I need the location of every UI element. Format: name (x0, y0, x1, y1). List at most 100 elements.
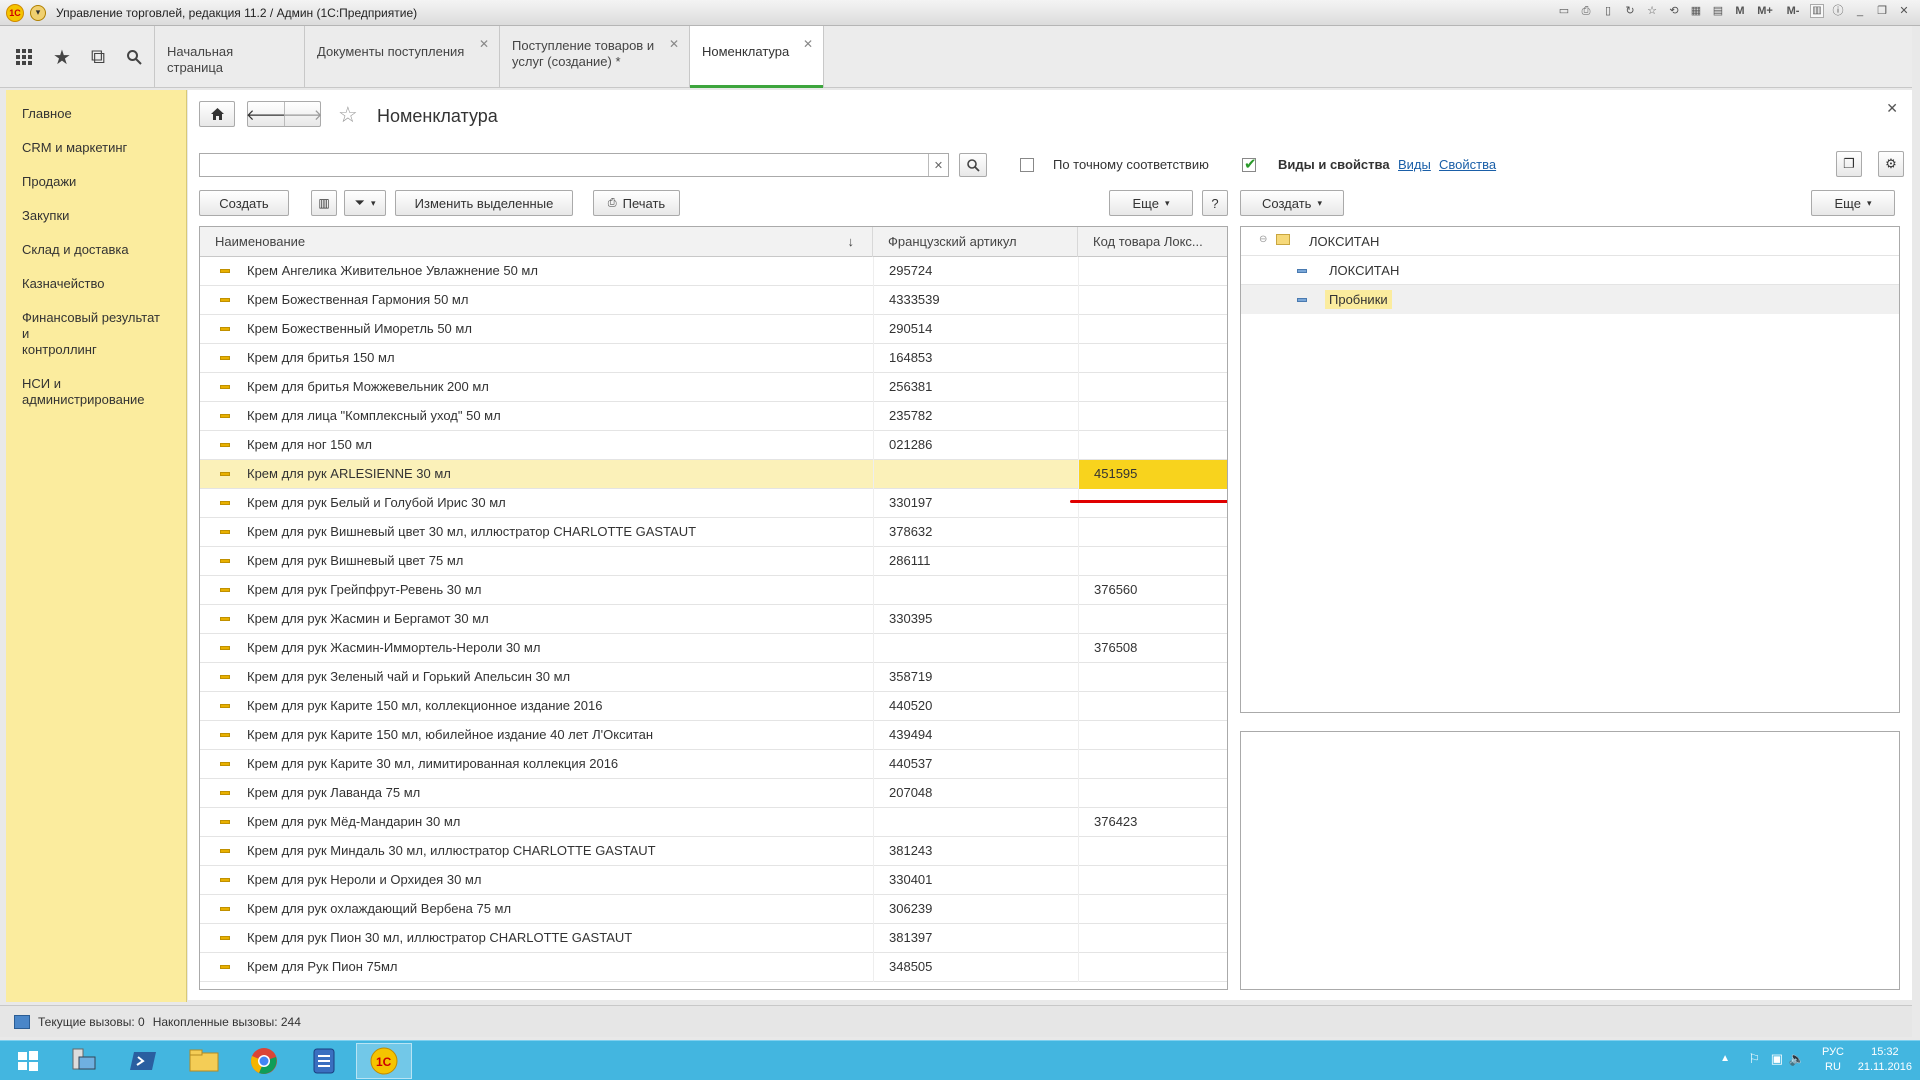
exact-match-checkbox[interactable] (1020, 158, 1034, 172)
close-form-icon[interactable]: ✕ (1886, 100, 1898, 117)
tree-item[interactable]: ЛОКСИТАН (1241, 256, 1899, 285)
info-icon[interactable]: ⓘ (1830, 3, 1846, 19)
sidebar-item-warehouse[interactable]: Склад и доставка (6, 234, 186, 266)
settings-button[interactable]: ⚙ (1878, 151, 1904, 177)
back-arrow-icon[interactable]: 🡐 (246, 102, 286, 126)
barcode-button[interactable]: ▥ (311, 190, 337, 216)
restore-icon[interactable]: ❐ (1874, 3, 1890, 19)
close-window-icon[interactable]: ✕ (1896, 3, 1912, 19)
home-button[interactable] (199, 101, 235, 127)
kinds-tree-panel[interactable]: ⊖ ЛОКСИТАН ЛОКСИТАН Пробники (1240, 226, 1900, 713)
print-button[interactable]: ⎙ Печать (593, 190, 680, 216)
table-row[interactable]: Крем для рук Грейпфрут-Ревень 30 мл 37656… (200, 576, 1227, 605)
print-icon[interactable]: ⎙ (1578, 3, 1594, 19)
table-row[interactable]: Крем для бритья 150 мл 164853 (200, 344, 1227, 373)
clock[interactable]: 15:32 21.11.2016 (1858, 1045, 1912, 1075)
app-logo-icon[interactable]: 1С (6, 3, 24, 22)
file-explorer-icon[interactable] (176, 1043, 232, 1079)
sidebar-item-treasury[interactable]: Казначейство (6, 268, 186, 300)
nomenclature-table[interactable]: Наименование ↓ Французский артикул Код т… (199, 226, 1228, 990)
help-button[interactable]: ? (1202, 190, 1228, 216)
preview-icon[interactable]: ▯ (1600, 3, 1616, 19)
server-manager-icon[interactable] (56, 1043, 112, 1079)
table-row[interactable]: Крем для рук Вишневый цвет 30 мл, иллюст… (200, 518, 1227, 547)
sidebar-item-purchases[interactable]: Закупки (6, 200, 186, 232)
table-row[interactable]: Крем для рук Миндаль 30 мл, иллюстратор … (200, 837, 1227, 866)
history-icon[interactable]: ⟲ (1666, 3, 1682, 19)
language-indicator[interactable]: РУС RU (1822, 1045, 1844, 1075)
search-icon[interactable] (116, 26, 152, 88)
table-row-selected[interactable]: Крем для рук ARLESIENNE 30 мл 451595 (200, 460, 1227, 489)
main-menu-dropdown-icon[interactable]: ▾ (30, 4, 46, 21)
table-row[interactable]: Крем для рук Вишневый цвет 75 мл 286111 (200, 547, 1227, 576)
powershell-icon[interactable] (116, 1043, 172, 1079)
table-row[interactable]: Крем Ангелика Живительное Увлажнение 50 … (200, 257, 1227, 286)
apps-grid-icon[interactable] (6, 26, 42, 88)
favorite-star-icon[interactable]: ☆ (338, 102, 358, 128)
memory-plus-icon[interactable]: M+ (1754, 3, 1776, 19)
network-icon[interactable]: ▣ (1771, 1051, 1783, 1067)
tray-expand-icon[interactable]: ▲ (1720, 1053, 1730, 1064)
close-tab-icon[interactable]: ✕ (803, 36, 813, 52)
tab-receipt-documents[interactable]: Документы поступления ✕ (305, 26, 500, 88)
create-button[interactable]: Создать (199, 190, 289, 216)
copy-window-button[interactable]: ❐ (1836, 151, 1862, 177)
table-row[interactable]: Крем для рук Зеленый чай и Горький Апель… (200, 663, 1227, 692)
sidebar-item-finance[interactable]: Финансовый результат и контроллинг (6, 302, 186, 366)
properties-panel[interactable] (1240, 731, 1900, 990)
kinds-props-checkbox[interactable] (1242, 155, 1257, 173)
forward-arrow-icon[interactable]: 🡒 (282, 102, 323, 126)
windows-start-icon[interactable] (0, 1043, 56, 1079)
properties-link[interactable]: Свойства (1439, 157, 1496, 172)
table-row[interactable]: Крем для рук Белый и Голубой Ирис 30 мл 3… (200, 489, 1227, 518)
volume-icon[interactable]: 🔈 (1789, 1051, 1805, 1067)
column-header-code[interactable]: Код товара Локс... (1078, 227, 1227, 257)
table-row[interactable]: Крем для лица "Комплексный уход" 50 мл 23… (200, 402, 1227, 431)
table-row[interactable]: Крем для рук Жасмин и Бергамот 30 мл 3303… (200, 605, 1227, 634)
flag-icon[interactable]: ⚐ (1748, 1051, 1760, 1067)
table-row[interactable]: Крем для рук Мёд-Мандарин 30 мл 376423 (200, 808, 1227, 837)
tab-home[interactable]: Начальная страница (155, 26, 305, 88)
calendar-icon[interactable]: ▤ (1710, 3, 1726, 19)
tree-root-row[interactable]: ⊖ ЛОКСИТАН (1241, 227, 1899, 256)
filter-button[interactable]: ⏷ ▾ (344, 190, 386, 216)
table-row[interactable]: Крем для рук Карите 30 мл, лимитированна… (200, 750, 1227, 779)
clear-search-icon[interactable]: ✕ (928, 154, 948, 176)
history-icon[interactable]: ⧉ (80, 26, 116, 88)
table-row[interactable]: Крем Божественная Гармония 50 мл 4333539 (200, 286, 1227, 315)
favorites-star-icon[interactable]: ★ (44, 26, 80, 88)
table-row[interactable]: Крем для рук Карите 150 мл, юбилейное из… (200, 721, 1227, 750)
table-row[interactable]: Крем для Рук Пион 75мл 348505 (200, 953, 1227, 982)
table-row[interactable]: Крем для рук Карите 150 мл, коллекционно… (200, 692, 1227, 721)
table-row[interactable]: Крем для рук Нероли и Орхидея 30 мл 33040… (200, 866, 1227, 895)
table-row[interactable]: Крем Божественный Иморетль 50 мл 290514 (200, 315, 1227, 344)
sidebar-item-sales[interactable]: Продажи (6, 166, 186, 198)
table-row[interactable]: Крем для рук охлаждающий Вербена 75 мл 30… (200, 895, 1227, 924)
column-header-article[interactable]: Французский артикул (873, 227, 1078, 257)
table-row[interactable]: Крем для рук Пион 30 мл, иллюстратор CHA… (200, 924, 1227, 953)
tree-more-button[interactable]: Еще ▾ (1811, 190, 1895, 216)
tab-nomenclature[interactable]: Номенклатура ✕ (690, 26, 824, 88)
close-tab-icon[interactable]: ✕ (669, 36, 679, 52)
refresh-icon[interactable]: ↻ (1622, 3, 1638, 19)
app-document-icon[interactable] (296, 1043, 352, 1079)
favorites-icon[interactable]: ☆ (1644, 3, 1660, 19)
table-row[interactable]: Крем для рук Жасмин-Иммортель-Нероли 30 … (200, 634, 1227, 663)
calculator-icon[interactable]: ▦ (1688, 3, 1704, 19)
tree-create-button[interactable]: Создать ▾ (1240, 190, 1344, 216)
panels-icon[interactable]: ▥ (1810, 4, 1824, 18)
save-icon[interactable]: ▭ (1556, 3, 1572, 19)
table-row[interactable]: Крем для рук Лаванда 75 мл 207048 (200, 779, 1227, 808)
sidebar-item-nsi[interactable]: НСИ и администрирование (6, 368, 186, 416)
sidebar-item-crm[interactable]: CRM и маркетинг (6, 132, 186, 164)
kinds-link[interactable]: Виды (1398, 157, 1431, 172)
search-button[interactable] (959, 153, 987, 177)
change-selected-button[interactable]: Изменить выделенные (395, 190, 573, 216)
performance-icon[interactable] (14, 1014, 30, 1029)
close-tab-icon[interactable]: ✕ (479, 36, 489, 52)
table-row[interactable]: Крем для бритья Можжевельник 200 мл 25638… (200, 373, 1227, 402)
more-button[interactable]: Еще ▾ (1109, 190, 1193, 216)
table-row[interactable]: Крем для ног 150 мл 021286 (200, 431, 1227, 460)
tab-goods-receipt[interactable]: Поступление товаров и услуг (создание) *… (500, 26, 690, 88)
tree-item-selected[interactable]: Пробники (1241, 285, 1899, 314)
